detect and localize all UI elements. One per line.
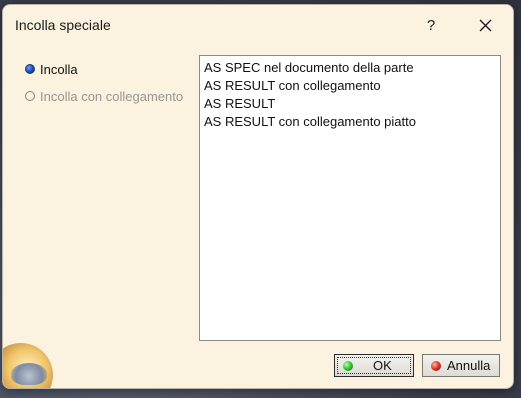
catia-logo-globe	[11, 363, 47, 385]
ok-button[interactable]: OK	[334, 354, 414, 377]
radio-paste[interactable]: Incolla	[25, 60, 78, 78]
help-button[interactable]: ?	[411, 13, 451, 39]
radio-paste-with-link-label: Incolla con collegamento	[40, 88, 184, 104]
radio-checked-icon[interactable]	[25, 64, 35, 74]
radio-paste-with-link[interactable]: Incolla con collegamento	[25, 87, 183, 105]
ok-button-label: OK	[373, 358, 392, 373]
help-icon: ?	[426, 17, 436, 34]
radio-unchecked-icon[interactable]	[25, 91, 35, 101]
close-icon	[479, 19, 491, 32]
red-led-icon	[431, 360, 441, 371]
green-led-icon	[343, 360, 353, 371]
cancel-button-label: Annulla	[447, 358, 491, 373]
list-item[interactable]: AS RESULT con collegamento piatto	[204, 114, 416, 129]
radio-paste-label: Incolla	[40, 61, 78, 77]
list-item[interactable]: AS SPEC nel documento della parte	[204, 60, 414, 75]
title-bar[interactable]: Incolla speciale ?	[3, 5, 513, 45]
paste-special-dialog: Incolla speciale ? Incolla Incolla con c…	[2, 4, 514, 389]
close-button[interactable]	[465, 13, 505, 39]
format-list[interactable]: AS SPEC nel documento della parte AS RES…	[199, 55, 501, 341]
list-item[interactable]: AS RESULT	[204, 96, 275, 111]
window-title: Incolla speciale	[15, 17, 111, 33]
cancel-button[interactable]: Annulla	[422, 354, 500, 377]
list-item[interactable]: AS RESULT con collegamento	[204, 78, 381, 93]
